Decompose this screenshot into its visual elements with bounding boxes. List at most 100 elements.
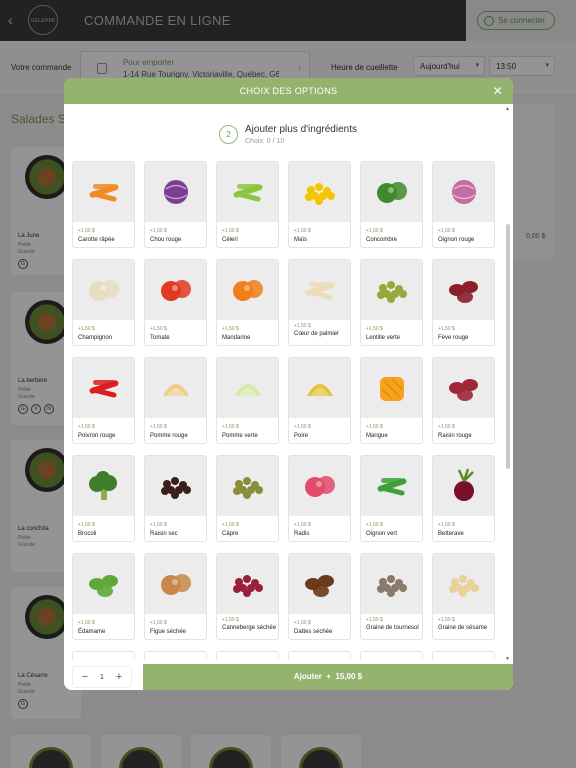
date-icon [289, 554, 350, 614]
fig-icon [145, 554, 206, 614]
seed-icon [361, 554, 422, 614]
option-price: +1,50 $ [438, 617, 455, 623]
options-grid: +1,50 $ Carotte râpée +1,50 $ Chou rouge +1,… [72, 161, 497, 661]
option-name: Céleri [222, 237, 238, 243]
option-price: +1,50 $ [366, 228, 383, 234]
close-icon[interactable]: ✕ [493, 78, 503, 104]
option-name: Fève rouge [438, 335, 469, 341]
option-card[interactable]: +1,50 $ Poivron rouge [72, 357, 135, 444]
option-name: Tomate [150, 335, 170, 341]
option-name: Oignon rouge [438, 237, 475, 243]
option-card[interactable]: +1,50 $ Raisin sec [144, 455, 207, 542]
option-card[interactable]: +1,50 $ Mandarine [216, 259, 279, 346]
pear-icon [289, 358, 350, 418]
option-name: Dattes séchée [294, 629, 333, 635]
option-card[interactable]: +1,50 $ Pomme rouge [144, 357, 207, 444]
option-card[interactable]: +1,50 $ Pomme verte [216, 357, 279, 444]
option-card[interactable]: +1,50 $ Céleri [216, 161, 279, 248]
option-name: Raisin sec [150, 531, 178, 537]
step-number: 2 [219, 125, 238, 144]
option-card[interactable]: +1,50 $ Oignon vert [360, 455, 423, 542]
options-modal: CHOIX DES OPTIONS ✕ 2 Ajouter plus d'ing… [64, 78, 513, 690]
option-price: +1,50 $ [150, 228, 167, 234]
option-price: +1,50 $ [438, 522, 455, 528]
option-card[interactable] [360, 651, 423, 661]
option-card[interactable]: +1,50 $ Radis [288, 455, 351, 542]
option-card[interactable]: +1,50 $ Cœur de palmier [288, 259, 351, 346]
option-card[interactable]: +1,50 $ Carotte râpée [72, 161, 135, 248]
option-card[interactable]: +1,50 $ Édamame [72, 553, 135, 640]
option-card[interactable] [216, 651, 279, 661]
option-price: +1,50 $ [150, 326, 167, 332]
cabbage-icon [145, 162, 206, 222]
option-card[interactable]: +1,50 $ Raisin rouge [432, 357, 495, 444]
option-card[interactable]: +1,50 $ Champignon [72, 259, 135, 346]
option-card[interactable]: +1,50 $ Tomate [144, 259, 207, 346]
minus-icon[interactable]: − [79, 671, 91, 683]
option-name: Raisin rouge [438, 433, 472, 439]
option-card[interactable] [72, 651, 135, 661]
palm-heart-icon [289, 260, 350, 320]
option-name: Maïs [294, 237, 308, 243]
option-name: Chou rouge [150, 237, 182, 243]
option-card[interactable]: +1,50 $ Fève rouge [432, 259, 495, 346]
option-name: Brocoli [78, 531, 97, 537]
option-price: +1,50 $ [78, 620, 95, 626]
quantity-stepper: − 1 + [72, 666, 132, 688]
step-title: Ajouter plus d'ingrédients [245, 124, 357, 135]
modal-header: CHOIX DES OPTIONS ✕ [64, 78, 513, 104]
option-card[interactable]: +1,50 $ Chou rouge [144, 161, 207, 248]
option-name: Cœur de palmier [294, 331, 340, 337]
option-name: Betterave [438, 531, 464, 537]
scroll-thumb[interactable] [506, 224, 510, 469]
add-to-order-button[interactable]: Ajouter + 15,00 $ [143, 664, 513, 690]
modal-footer: − 1 + Ajouter + 15,00 $ [64, 664, 513, 690]
green-onion-icon [361, 456, 422, 516]
option-card[interactable]: +1,50 $ Mangue [360, 357, 423, 444]
option-card[interactable] [432, 651, 495, 661]
option-price: +1,50 $ [438, 326, 455, 332]
option-name: Lentille verte [366, 335, 401, 341]
option-card[interactable]: +1,50 $ Canneberge séchée [216, 553, 279, 640]
broccoli-icon [73, 456, 134, 516]
quantity-value: 1 [100, 673, 104, 681]
bean-icon [433, 260, 494, 320]
modal-body: 2 Ajouter plus d'ingrédients Choix: 0 / … [64, 104, 513, 664]
modal-title: CHOIX DES OPTIONS [239, 86, 338, 96]
radish-icon [289, 456, 350, 516]
scroll-up-icon[interactable]: ▲ [505, 106, 510, 112]
option-card[interactable]: +1,50 $ Dattes séchée [288, 553, 351, 640]
option-name: Oignon vert [366, 531, 398, 537]
option-name: Graine de tournesol [366, 625, 419, 631]
option-card[interactable]: +1,50 $ Betterave [432, 455, 495, 542]
option-card[interactable]: +1,50 $ Câpre [216, 455, 279, 542]
option-card[interactable]: +1,50 $ Concombre [360, 161, 423, 248]
option-name: Poivron rouge [78, 433, 116, 439]
option-card[interactable]: +1,50 $ Brocoli [72, 455, 135, 542]
option-card[interactable] [144, 651, 207, 661]
option-price: +1,50 $ [78, 424, 95, 430]
cranberry-icon [217, 554, 278, 614]
scroll-down-icon[interactable]: ▼ [505, 656, 510, 662]
scrollbar[interactable]: ▲ ▼ [505, 104, 511, 664]
add-price: 15,00 $ [335, 672, 363, 681]
option-card[interactable]: +1,50 $ Figue séchée [144, 553, 207, 640]
option-card[interactable] [288, 651, 351, 661]
option-card[interactable]: +1,50 $ Maïs [288, 161, 351, 248]
option-card[interactable]: +1,50 $ Graine de tournesol [360, 553, 423, 640]
plus-icon[interactable]: + [113, 671, 125, 683]
cucumber-icon [361, 162, 422, 222]
option-price: +1,50 $ [294, 522, 311, 528]
option-price: +1,50 $ [366, 424, 383, 430]
option-name: Graine de sésame [438, 625, 488, 631]
option-card[interactable]: +1,50 $ Graine de sésame [432, 553, 495, 640]
option-price: +1,50 $ [438, 228, 455, 234]
edamame-icon [73, 554, 134, 614]
option-card[interactable]: +1,50 $ Lentille verte [360, 259, 423, 346]
option-price: +1,50 $ [294, 323, 311, 329]
option-name: Poire [294, 433, 309, 439]
onion-icon [433, 162, 494, 222]
option-card[interactable]: +1,50 $ Poire [288, 357, 351, 444]
sesame-icon [433, 554, 494, 614]
option-card[interactable]: +1,50 $ Oignon rouge [432, 161, 495, 248]
